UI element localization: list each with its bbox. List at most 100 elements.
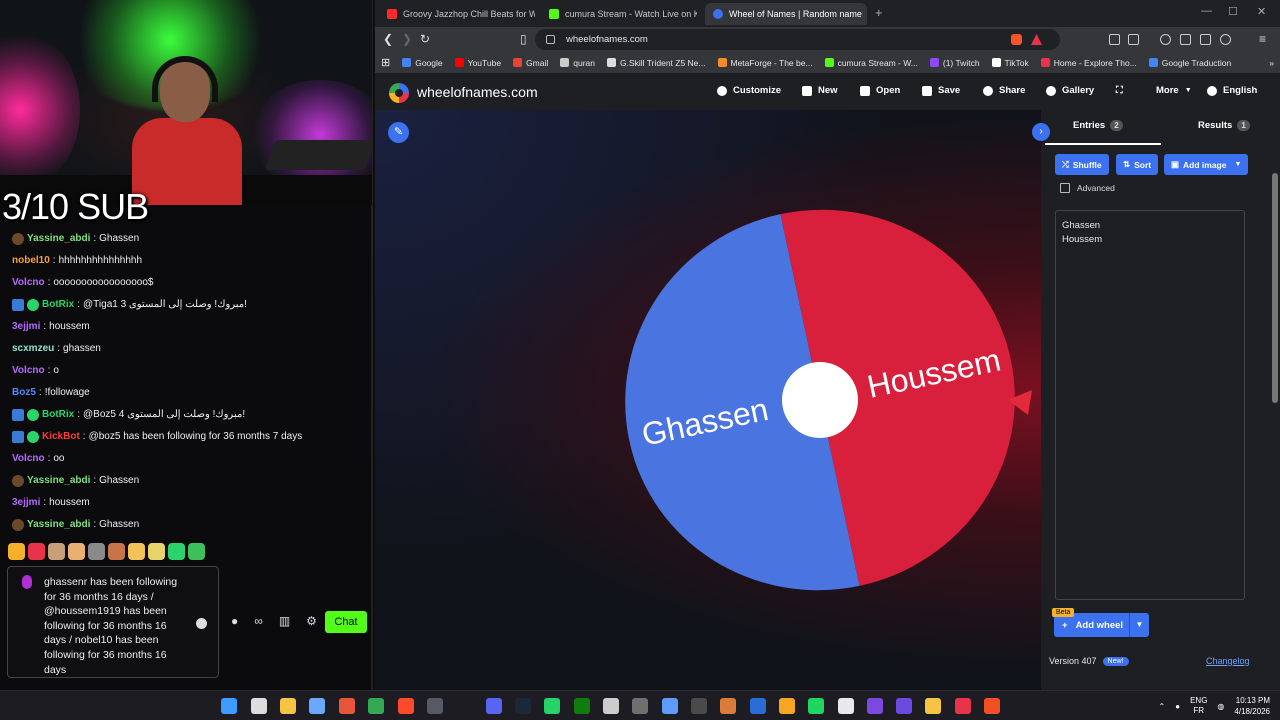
bookmark-item[interactable]: Google bbox=[396, 58, 448, 68]
taskbar-app-icon[interactable] bbox=[339, 698, 355, 714]
chat-username[interactable]: Boz5 bbox=[12, 384, 36, 402]
apps-icon[interactable]: ⊞ bbox=[375, 56, 396, 69]
taskbar-app-icon[interactable] bbox=[427, 698, 443, 714]
edit-pencil-icon[interactable]: ✎ bbox=[388, 122, 409, 143]
users-icon[interactable]: ● bbox=[231, 614, 238, 628]
bookmark-item[interactable]: Google Traduction bbox=[1143, 58, 1237, 68]
advanced-checkbox[interactable] bbox=[1060, 183, 1070, 193]
infinity-icon[interactable]: ∞ bbox=[254, 614, 263, 628]
chat-input[interactable]: ghassenr has been following for 36 month… bbox=[44, 575, 186, 677]
more-button[interactable]: More ▼ bbox=[1156, 85, 1192, 96]
tab-results[interactable]: Results 1 bbox=[1198, 120, 1250, 131]
chat-username[interactable]: Yassine_abdi bbox=[27, 230, 90, 248]
taskbar-app-icon[interactable] bbox=[574, 698, 590, 714]
taskbar-app-icon[interactable] bbox=[515, 698, 531, 714]
chat-username[interactable]: nobel10 bbox=[12, 252, 50, 270]
tab-youtube[interactable]: Groovy Jazzhop Chill Beats for Work bbox=[379, 3, 535, 25]
taskbar-app-icon[interactable] bbox=[368, 698, 384, 714]
tab-kick[interactable]: cumura Stream - Watch Live on Kick bbox=[541, 3, 697, 25]
chat-username[interactable]: KickBot bbox=[42, 428, 80, 446]
taskbar-app-icon[interactable] bbox=[955, 698, 971, 714]
taskbar-app-icon[interactable] bbox=[280, 698, 296, 714]
emote-icon[interactable] bbox=[68, 543, 85, 560]
chat-send-button[interactable]: Chat bbox=[325, 611, 367, 633]
taskbar-app-icon[interactable] bbox=[221, 698, 237, 714]
wallet-icon[interactable] bbox=[1200, 34, 1211, 45]
site-info-icon[interactable] bbox=[546, 35, 555, 44]
chat-username[interactable]: Yassine_abdi bbox=[27, 516, 90, 534]
changelog-link[interactable]: Changelog bbox=[1206, 656, 1250, 666]
menu-icon[interactable]: ≡ bbox=[1259, 32, 1266, 46]
chat-username[interactable]: Volcno bbox=[12, 362, 45, 380]
emote-icon[interactable] bbox=[8, 543, 25, 560]
open-button[interactable]: Open bbox=[860, 85, 900, 96]
chat-username[interactable]: BotRix bbox=[42, 406, 74, 424]
extensions-icon[interactable] bbox=[1109, 34, 1120, 45]
back-icon[interactable]: ❮ bbox=[383, 32, 393, 46]
sidebar-icon[interactable] bbox=[1180, 34, 1191, 45]
wheel[interactable]: GhassenHoussem bbox=[620, 200, 1040, 600]
collapse-sidebar-icon[interactable]: › bbox=[1032, 123, 1050, 141]
site-name[interactable]: wheelofnames.com bbox=[417, 84, 538, 100]
emoji-icon[interactable] bbox=[196, 618, 207, 629]
microphone-icon[interactable]: ● bbox=[1175, 702, 1180, 711]
emote-icon[interactable] bbox=[88, 543, 105, 560]
wheel-center-button[interactable] bbox=[782, 362, 858, 438]
media-icon[interactable] bbox=[1160, 34, 1171, 45]
logo-icon[interactable] bbox=[389, 83, 409, 103]
sort-button[interactable]: ⇅ Sort bbox=[1116, 154, 1159, 175]
chat-input-box[interactable]: ghassenr has been following for 36 month… bbox=[7, 566, 219, 678]
bookmark-item[interactable]: MetaForge - The be... bbox=[712, 58, 819, 68]
taskbar-app-icon[interactable] bbox=[984, 698, 1000, 714]
taskbar-app-icon[interactable] bbox=[838, 698, 854, 714]
minimize-icon[interactable]: — bbox=[1201, 5, 1212, 17]
advanced-toggle[interactable]: Advanced bbox=[1060, 183, 1115, 193]
language-indicator[interactable]: ENG FR bbox=[1190, 696, 1207, 716]
address-bar[interactable]: wheelofnames.com bbox=[535, 29, 1060, 50]
page-scrollbar[interactable] bbox=[1272, 173, 1278, 403]
bookmark-item[interactable]: Gmail bbox=[507, 58, 554, 68]
bookmark-item[interactable]: quran bbox=[554, 58, 601, 68]
emote-icon[interactable] bbox=[48, 543, 65, 560]
brave-shield-icon[interactable] bbox=[1011, 34, 1022, 45]
forward-icon[interactable]: ❯ bbox=[402, 32, 412, 46]
taskbar-app-icon[interactable] bbox=[925, 698, 941, 714]
chat-username[interactable]: 3ejjmi bbox=[12, 318, 40, 336]
bookmark-item[interactable]: Home - Explore Tho... bbox=[1035, 58, 1143, 68]
emote-icon[interactable] bbox=[168, 543, 185, 560]
bookmark-item[interactable]: YouTube bbox=[449, 58, 507, 68]
maximize-icon[interactable]: ☐ bbox=[1228, 5, 1238, 18]
taskbar-app-icon[interactable] bbox=[691, 698, 707, 714]
save-button[interactable]: Save bbox=[922, 85, 960, 96]
bookmark-item[interactable]: (1) Twitch bbox=[924, 58, 986, 68]
chat-username[interactable]: Yassine_abdi bbox=[27, 472, 90, 490]
bookmark-icon[interactable]: ▯ bbox=[520, 32, 527, 46]
chat-username[interactable]: Volcno bbox=[12, 274, 45, 292]
taskbar-app-icon[interactable] bbox=[662, 698, 678, 714]
entries-textarea[interactable]: Ghassen Houssem bbox=[1055, 210, 1245, 600]
taskbar-app-icon[interactable] bbox=[750, 698, 766, 714]
emote-icon[interactable] bbox=[108, 543, 125, 560]
taskbar-app-icon[interactable] bbox=[544, 698, 560, 714]
taskbar-app-icon[interactable] bbox=[808, 698, 824, 714]
bookmark-item[interactable]: cumura Stream - W... bbox=[819, 58, 924, 68]
close-window-icon[interactable]: ✕ bbox=[1257, 5, 1266, 18]
language-button[interactable]: English bbox=[1207, 85, 1257, 96]
taskbar-app-icon[interactable] bbox=[309, 698, 325, 714]
new-button[interactable]: New bbox=[802, 85, 838, 96]
new-tab-icon[interactable]: + bbox=[875, 5, 883, 20]
emote-icon[interactable] bbox=[28, 543, 45, 560]
bookmark-item[interactable]: TikTok bbox=[986, 58, 1035, 68]
fullscreen-button[interactable]: ⛶ bbox=[1116, 85, 1123, 96]
taskbar-app-icon[interactable] bbox=[720, 698, 736, 714]
tab-wheel-of-names[interactable]: Wheel of Names | Random name ✕ bbox=[705, 3, 867, 25]
add-image-button[interactable]: ▣ Add image ▼ bbox=[1164, 154, 1249, 175]
taskbar-app-icon[interactable] bbox=[867, 698, 883, 714]
shuffle-button[interactable]: ⤮ Shuffle bbox=[1055, 154, 1109, 175]
taskbar-app-icon[interactable] bbox=[896, 698, 912, 714]
vpn-icon[interactable] bbox=[1220, 34, 1231, 45]
share-icon[interactable] bbox=[985, 34, 996, 45]
clock[interactable]: 10:13 PM 4/18/2026 bbox=[1234, 695, 1270, 717]
taskbar-app-icon[interactable] bbox=[632, 698, 648, 714]
taskbar-app-icon[interactable] bbox=[398, 698, 414, 714]
